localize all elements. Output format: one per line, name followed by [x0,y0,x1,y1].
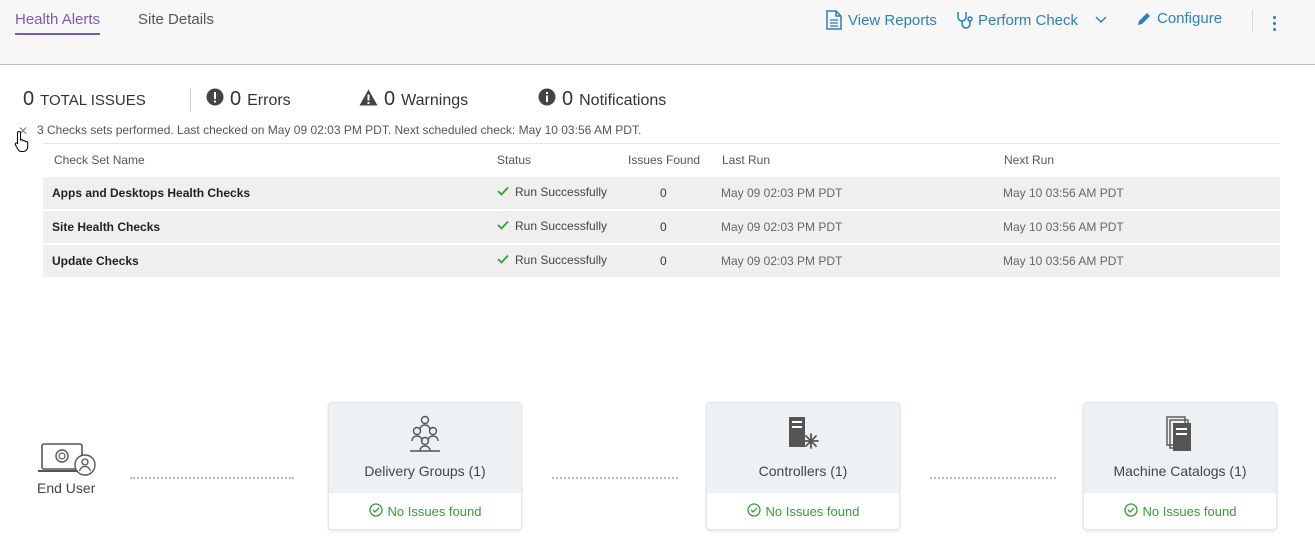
delivery-groups-card[interactable]: Delivery Groups (1) No Issues found [328,402,522,530]
notifications-summary: 0 Notifications [538,88,666,111]
check-circle-icon [1123,503,1138,520]
connector-line [130,477,294,479]
status-text: Run Successfully [515,253,608,267]
issues-found: 0 [660,220,667,234]
column-header-last-run[interactable]: Last Run [722,153,770,167]
card-status-text: No Issues found [1142,504,1237,519]
table-row[interactable]: Apps and Desktops Health Checks Run Succ… [43,177,1280,209]
notifications-label: Notifications [579,92,667,109]
more-options-icon[interactable] [1268,14,1282,34]
controllers-card[interactable]: Controllers (1) No Issues found [706,402,900,530]
checkmark-icon [497,185,509,199]
view-reports-button[interactable]: View Reports [825,10,937,30]
perform-check-label: Perform Check [978,11,1079,29]
check-circle-icon [368,503,383,520]
next-run: May 10 03:56 AM PDT [1003,220,1124,234]
controllers-icon [707,415,899,453]
connector-line [930,477,1056,479]
errors-summary: 0 Errors [206,88,291,111]
notifications-count: 0 [562,88,574,110]
status-text: Run Successfully [515,219,608,233]
view-reports-label: View Reports [848,11,937,29]
card-title: Delivery Groups (1) [364,463,486,479]
delivery-groups-icon [329,415,521,453]
card-status: No Issues found [1084,503,1276,520]
card-status-text: No Issues found [765,504,860,519]
checkmark-icon [497,219,509,233]
perform-check-dropdown[interactable] [1094,12,1108,26]
top-bar: Health Alerts Site Details View Reports … [0,0,1315,65]
toolbar-divider [1252,10,1253,32]
column-header-issues-found[interactable]: Issues Found [628,153,700,167]
last-run: May 09 02:03 PM PDT [721,254,843,268]
table-row[interactable]: Update Checks Run Successfully 0 May 09 … [43,245,1280,277]
configure-button[interactable]: Configure [1136,10,1222,27]
next-run: May 10 03:56 AM PDT [1003,254,1124,268]
warning-icon [359,89,378,111]
pencil-icon [1136,11,1152,27]
end-user-icon [36,443,98,480]
status-text: Run Successfully [515,185,608,199]
last-run: May 09 02:03 PM PDT [721,220,843,234]
info-icon [538,88,556,111]
issue-summary: 0 TOTAL ISSUES 0 Errors 0 Warnings 0 Not… [0,88,1315,116]
card-status: No Issues found [329,503,521,520]
report-icon [825,10,843,30]
last-run: May 09 02:03 PM PDT [721,186,843,200]
checkmark-icon [497,253,509,267]
tab-site-details[interactable]: Site Details [138,11,214,28]
table-row[interactable]: Site Health Checks Run Successfully 0 Ma… [43,211,1280,243]
total-issues: 0 TOTAL ISSUES [23,88,146,111]
card-status-text: No Issues found [387,504,482,519]
issues-found: 0 [660,254,667,268]
check-set-name: Apps and Desktops Health Checks [52,186,251,200]
hand-cursor-icon [14,130,32,157]
check-set-name: Site Health Checks [52,220,161,234]
issues-found: 0 [660,186,667,200]
card-status: No Issues found [707,503,899,520]
status-cell: Run Successfully [497,253,607,267]
errors-label: Errors [247,92,291,109]
warnings-label: Warnings [401,92,469,109]
status-cell: Run Successfully [497,219,607,233]
stethoscope-icon [955,10,973,30]
column-header-next-run[interactable]: Next Run [1004,153,1054,167]
card-title: Controllers (1) [758,463,848,479]
errors-count: 0 [230,88,242,110]
warnings-summary: 0 Warnings [359,88,468,111]
connector-line [552,477,678,479]
total-issues-label: TOTAL ISSUES [40,92,146,109]
check-sets-table: Check Set Name Status Issues Found Last … [43,143,1280,279]
tab-health-alerts[interactable]: Health Alerts [15,11,101,35]
total-issues-count: 0 [23,88,35,110]
column-header-check-set-name[interactable]: Check Set Name [54,153,145,167]
chevron-down-icon [1094,12,1108,26]
warnings-count: 0 [384,88,396,110]
next-run: May 10 03:56 AM PDT [1003,186,1124,200]
end-user-label: End User [37,480,96,496]
end-user-node[interactable] [34,440,100,481]
perform-check-button[interactable]: Perform Check [955,10,1078,30]
machine-catalogs-card[interactable]: Machine Catalogs (1) No Issues found [1083,402,1277,530]
status-cell: Run Successfully [497,185,607,199]
summary-divider [190,88,191,112]
column-header-status[interactable]: Status [497,153,531,167]
check-set-name: Update Checks [52,254,139,268]
configure-label: Configure [1157,10,1223,27]
error-icon [206,88,224,111]
check-circle-icon [746,503,761,520]
machine-catalogs-icon [1084,415,1276,453]
table-header: Check Set Name Status Issues Found Last … [43,143,1280,177]
check-info-text: 3 Checks sets performed. Last checked on… [37,123,642,137]
card-title: Machine Catalogs (1) [1113,463,1247,479]
